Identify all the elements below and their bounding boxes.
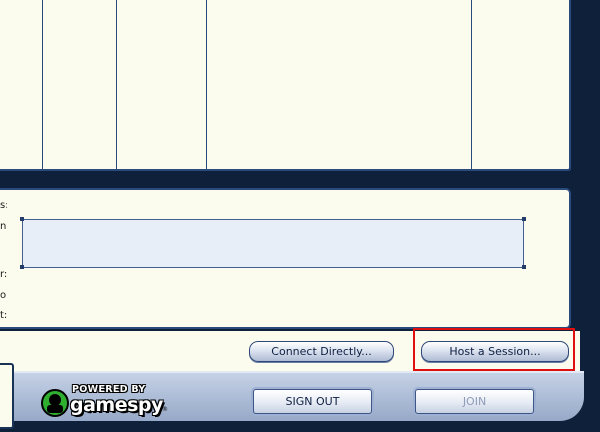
detail-label: o: <box>0 290 7 301</box>
column-divider[interactable] <box>206 0 207 169</box>
trademark-mark: ® <box>162 406 168 413</box>
connect-directly-label: Connect Directly... <box>271 345 372 358</box>
corner-marker <box>522 217 526 221</box>
detail-label: n: <box>0 221 7 232</box>
gamespy-wordmark: gamespy <box>70 394 163 416</box>
corner-marker <box>20 265 24 269</box>
left-tab[interactable] <box>0 363 14 429</box>
join-label: JOIN <box>462 395 487 408</box>
sign-out-button[interactable]: SIGN OUT <box>253 389 372 414</box>
column-divider[interactable] <box>116 0 117 169</box>
detail-label: s: <box>0 200 7 211</box>
column-divider[interactable] <box>42 0 43 169</box>
sign-out-label: SIGN OUT <box>285 395 340 408</box>
connect-directly-button[interactable]: Connect Directly... <box>249 341 394 362</box>
gamespy-mascot-icon <box>41 389 69 417</box>
column-divider[interactable] <box>471 0 472 169</box>
session-info-box <box>22 219 524 268</box>
gamespy-logo: POWERED BY gamespy ® <box>40 384 170 418</box>
corner-marker <box>20 217 24 221</box>
server-list[interactable] <box>0 0 571 171</box>
detail-label: t: <box>0 310 7 321</box>
highlight-box <box>413 328 575 371</box>
join-button[interactable]: JOIN <box>415 389 534 414</box>
corner-marker <box>522 265 526 269</box>
detail-label: r: <box>0 269 7 280</box>
